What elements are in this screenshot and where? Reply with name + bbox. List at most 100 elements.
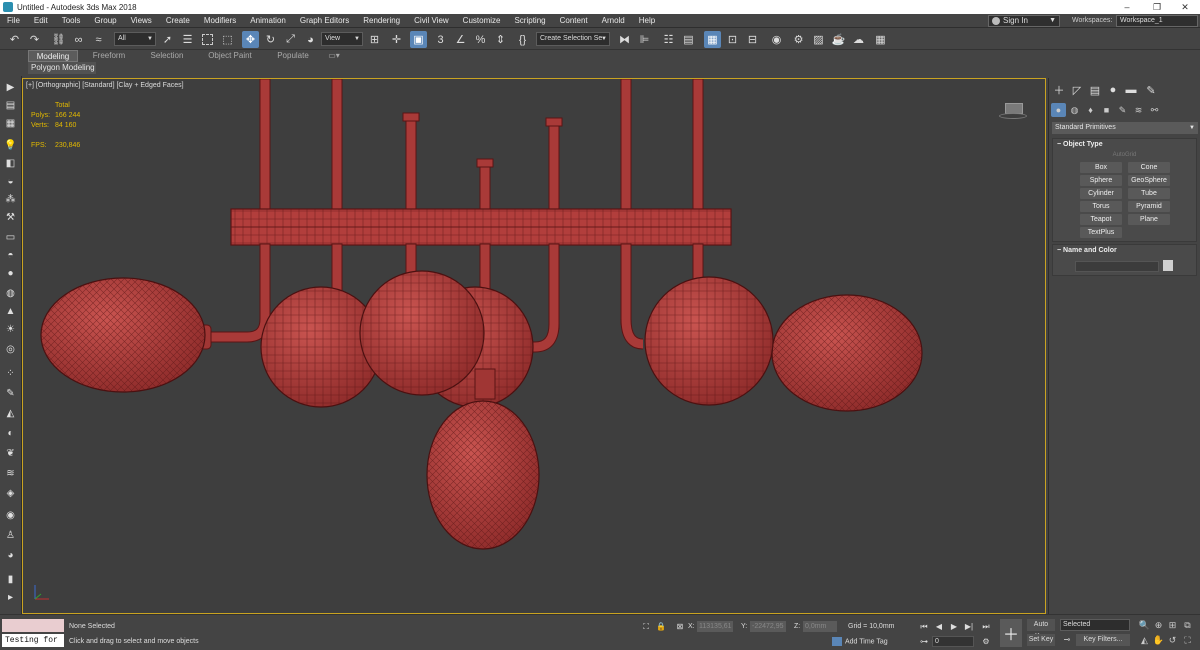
rendered-frame-window-icon[interactable]: ▨	[810, 31, 827, 48]
sphere-button[interactable]: Sphere	[1080, 175, 1122, 186]
menu-animation[interactable]: Animation	[243, 16, 293, 25]
selection-filter-select[interactable]: All ▼	[114, 32, 156, 46]
time-config-icon[interactable]: ⚙	[980, 636, 992, 647]
select-by-name-icon[interactable]: ☰	[179, 31, 196, 48]
tab-object-paint[interactable]: Object Paint	[200, 50, 260, 62]
minimize-button[interactable]: –	[1112, 0, 1142, 14]
menu-civil-view[interactable]: Civil View	[407, 16, 456, 25]
helper-icon[interactable]: ◒	[3, 174, 18, 188]
render-icon[interactable]: ◕	[3, 548, 18, 562]
torus-icon[interactable]: ◎	[3, 342, 18, 356]
ribbon-toggle-icon[interactable]: ▦	[704, 31, 721, 48]
menu-content[interactable]: Content	[553, 16, 595, 25]
key-mode-icon[interactable]: ⊶	[918, 636, 930, 647]
bookmark-icon[interactable]: ▮	[3, 572, 18, 586]
zoom-icon[interactable]: 🔍	[1138, 619, 1151, 632]
curve-editor-icon[interactable]: ⊡	[724, 31, 741, 48]
viewcube[interactable]	[999, 101, 1027, 121]
foliage-icon[interactable]: ❦	[3, 446, 18, 460]
spinner-snap-icon[interactable]: ⇕	[492, 31, 509, 48]
object-color-swatch[interactable]	[1163, 260, 1173, 271]
pivot-center-icon[interactable]: ⊞	[366, 31, 383, 48]
sphere-primitive-icon[interactable]: ●	[3, 266, 18, 280]
set-keys-button[interactable]: ＋	[1000, 619, 1022, 647]
play-icon[interactable]: ▶	[948, 621, 960, 632]
globe-icon[interactable]: ◐	[3, 426, 18, 440]
wrench-icon[interactable]: ✎	[3, 386, 18, 400]
menu-customize[interactable]: Customize	[456, 16, 508, 25]
pyramid-button[interactable]: Pyramid	[1128, 201, 1170, 212]
menu-views[interactable]: Views	[124, 16, 159, 25]
teapot-button[interactable]: Teapot	[1080, 214, 1122, 225]
material-ball-icon[interactable]: ◉	[3, 508, 18, 522]
name-and-color-header[interactable]: − Name and Color	[1053, 245, 1196, 257]
set-key-button[interactable]: Set Key	[1027, 634, 1055, 646]
percent-snap-icon[interactable]: %	[472, 31, 489, 48]
zoom-extents-icon[interactable]: ⊞	[1166, 619, 1179, 632]
orbit-icon[interactable]: ↺	[1166, 634, 1179, 647]
selection-region-icon[interactable]	[199, 31, 216, 48]
select-scale-icon[interactable]: ⤢	[282, 31, 299, 48]
create-tab-icon[interactable]: ＋	[1051, 83, 1067, 97]
go-to-start-icon[interactable]: ⏮	[918, 621, 930, 632]
select-object-icon[interactable]: ➚	[159, 31, 176, 48]
systems-icon[interactable]: ⚒	[3, 210, 18, 224]
plane-button[interactable]: Plane	[1128, 214, 1170, 225]
cone-icon[interactable]: ▲	[3, 304, 18, 318]
menu-modifiers[interactable]: Modifiers	[197, 16, 243, 25]
sun-light-icon[interactable]: ☀	[3, 322, 18, 336]
select-manipulate-icon[interactable]: ✛	[388, 31, 405, 48]
key-mode-select[interactable]: Selected	[1060, 619, 1130, 631]
place-icon[interactable]: ◕	[302, 31, 319, 48]
render-setup-icon[interactable]: ⚙	[790, 31, 807, 48]
layer-explorer-icon[interactable]: ▤	[680, 31, 697, 48]
isolate-selection-icon[interactable]: ⛶	[640, 621, 652, 632]
box-button[interactable]: Box	[1080, 162, 1122, 173]
hemisphere-icon[interactable]: ◓	[3, 248, 18, 262]
menu-rendering[interactable]: Rendering	[356, 16, 407, 25]
select-move-icon[interactable]: ✥	[242, 31, 259, 48]
edit-named-selection-icon[interactable]: {}	[514, 31, 531, 48]
pan-icon[interactable]: ✋	[1152, 634, 1165, 647]
a360-gallery-icon[interactable]: ▦	[872, 31, 889, 48]
geosphere-icon[interactable]: ◍	[3, 286, 18, 300]
keyboard-shortcut-toggle-icon[interactable]: ▣	[410, 31, 427, 48]
scene-explorer-icon[interactable]: ▤	[3, 98, 18, 112]
utilities-tab-icon[interactable]: ✎	[1143, 83, 1159, 97]
viewport-label[interactable]: [+] [Orthographic] [Standard] [Clay + Ed…	[26, 82, 184, 89]
modify-tab-icon[interactable]: ◸	[1069, 83, 1085, 97]
geometry-category-icon[interactable]: ●	[1051, 103, 1066, 117]
snaps-toggle-icon[interactable]: 3	[432, 31, 449, 48]
default-key-tangent-icon[interactable]: ⊸	[1061, 634, 1073, 645]
textplus-button[interactable]: TextPlus	[1080, 227, 1122, 238]
geosphere-button[interactable]: GeoSphere	[1128, 175, 1170, 186]
link-icon[interactable]: ⛓	[50, 31, 67, 48]
auto-key-button[interactable]: Auto Key	[1027, 619, 1055, 640]
particles-icon[interactable]: ⁘	[3, 366, 18, 380]
go-to-end-icon[interactable]: ⏭	[980, 621, 992, 632]
scene-explorer-icon[interactable]: ☷	[660, 31, 677, 48]
tube-button[interactable]: Tube	[1128, 188, 1170, 199]
named-selection-select[interactable]: Create Selection Se ▼	[536, 32, 610, 46]
menu-graph-editors[interactable]: Graph Editors	[293, 16, 356, 25]
key-filters-button[interactable]: Key Filters...	[1076, 634, 1130, 646]
expand-icon[interactable]: ▸	[3, 590, 18, 604]
light-icon[interactable]: 💡	[3, 138, 18, 152]
field-of-view-icon[interactable]: ◭	[1138, 634, 1151, 647]
layer-explorer-icon[interactable]: ▦	[3, 116, 18, 130]
autogrid-checkbox[interactable]: AutoGrid	[1053, 152, 1196, 158]
mirror-icon[interactable]: ⧓	[616, 31, 633, 48]
menu-group[interactable]: Group	[87, 16, 123, 25]
torus-button[interactable]: Torus	[1080, 201, 1122, 212]
cameras-category-icon[interactable]: ■	[1099, 103, 1114, 117]
tab-freeform[interactable]: Freeform	[84, 50, 134, 62]
camera-icon[interactable]: ◧	[3, 156, 18, 170]
plane-primitive-icon[interactable]: ▭	[3, 230, 18, 244]
helpers-category-icon[interactable]: ✎	[1115, 103, 1130, 117]
object-name-field[interactable]	[1075, 261, 1159, 272]
shapes-category-icon[interactable]: ◍	[1067, 103, 1082, 117]
menu-help[interactable]: Help	[632, 16, 662, 25]
maxscript-listener-output[interactable]: Testing for :	[2, 634, 64, 650]
material-editor-icon[interactable]: ◉	[768, 31, 785, 48]
angle-snap-icon[interactable]: ∠	[452, 31, 469, 48]
